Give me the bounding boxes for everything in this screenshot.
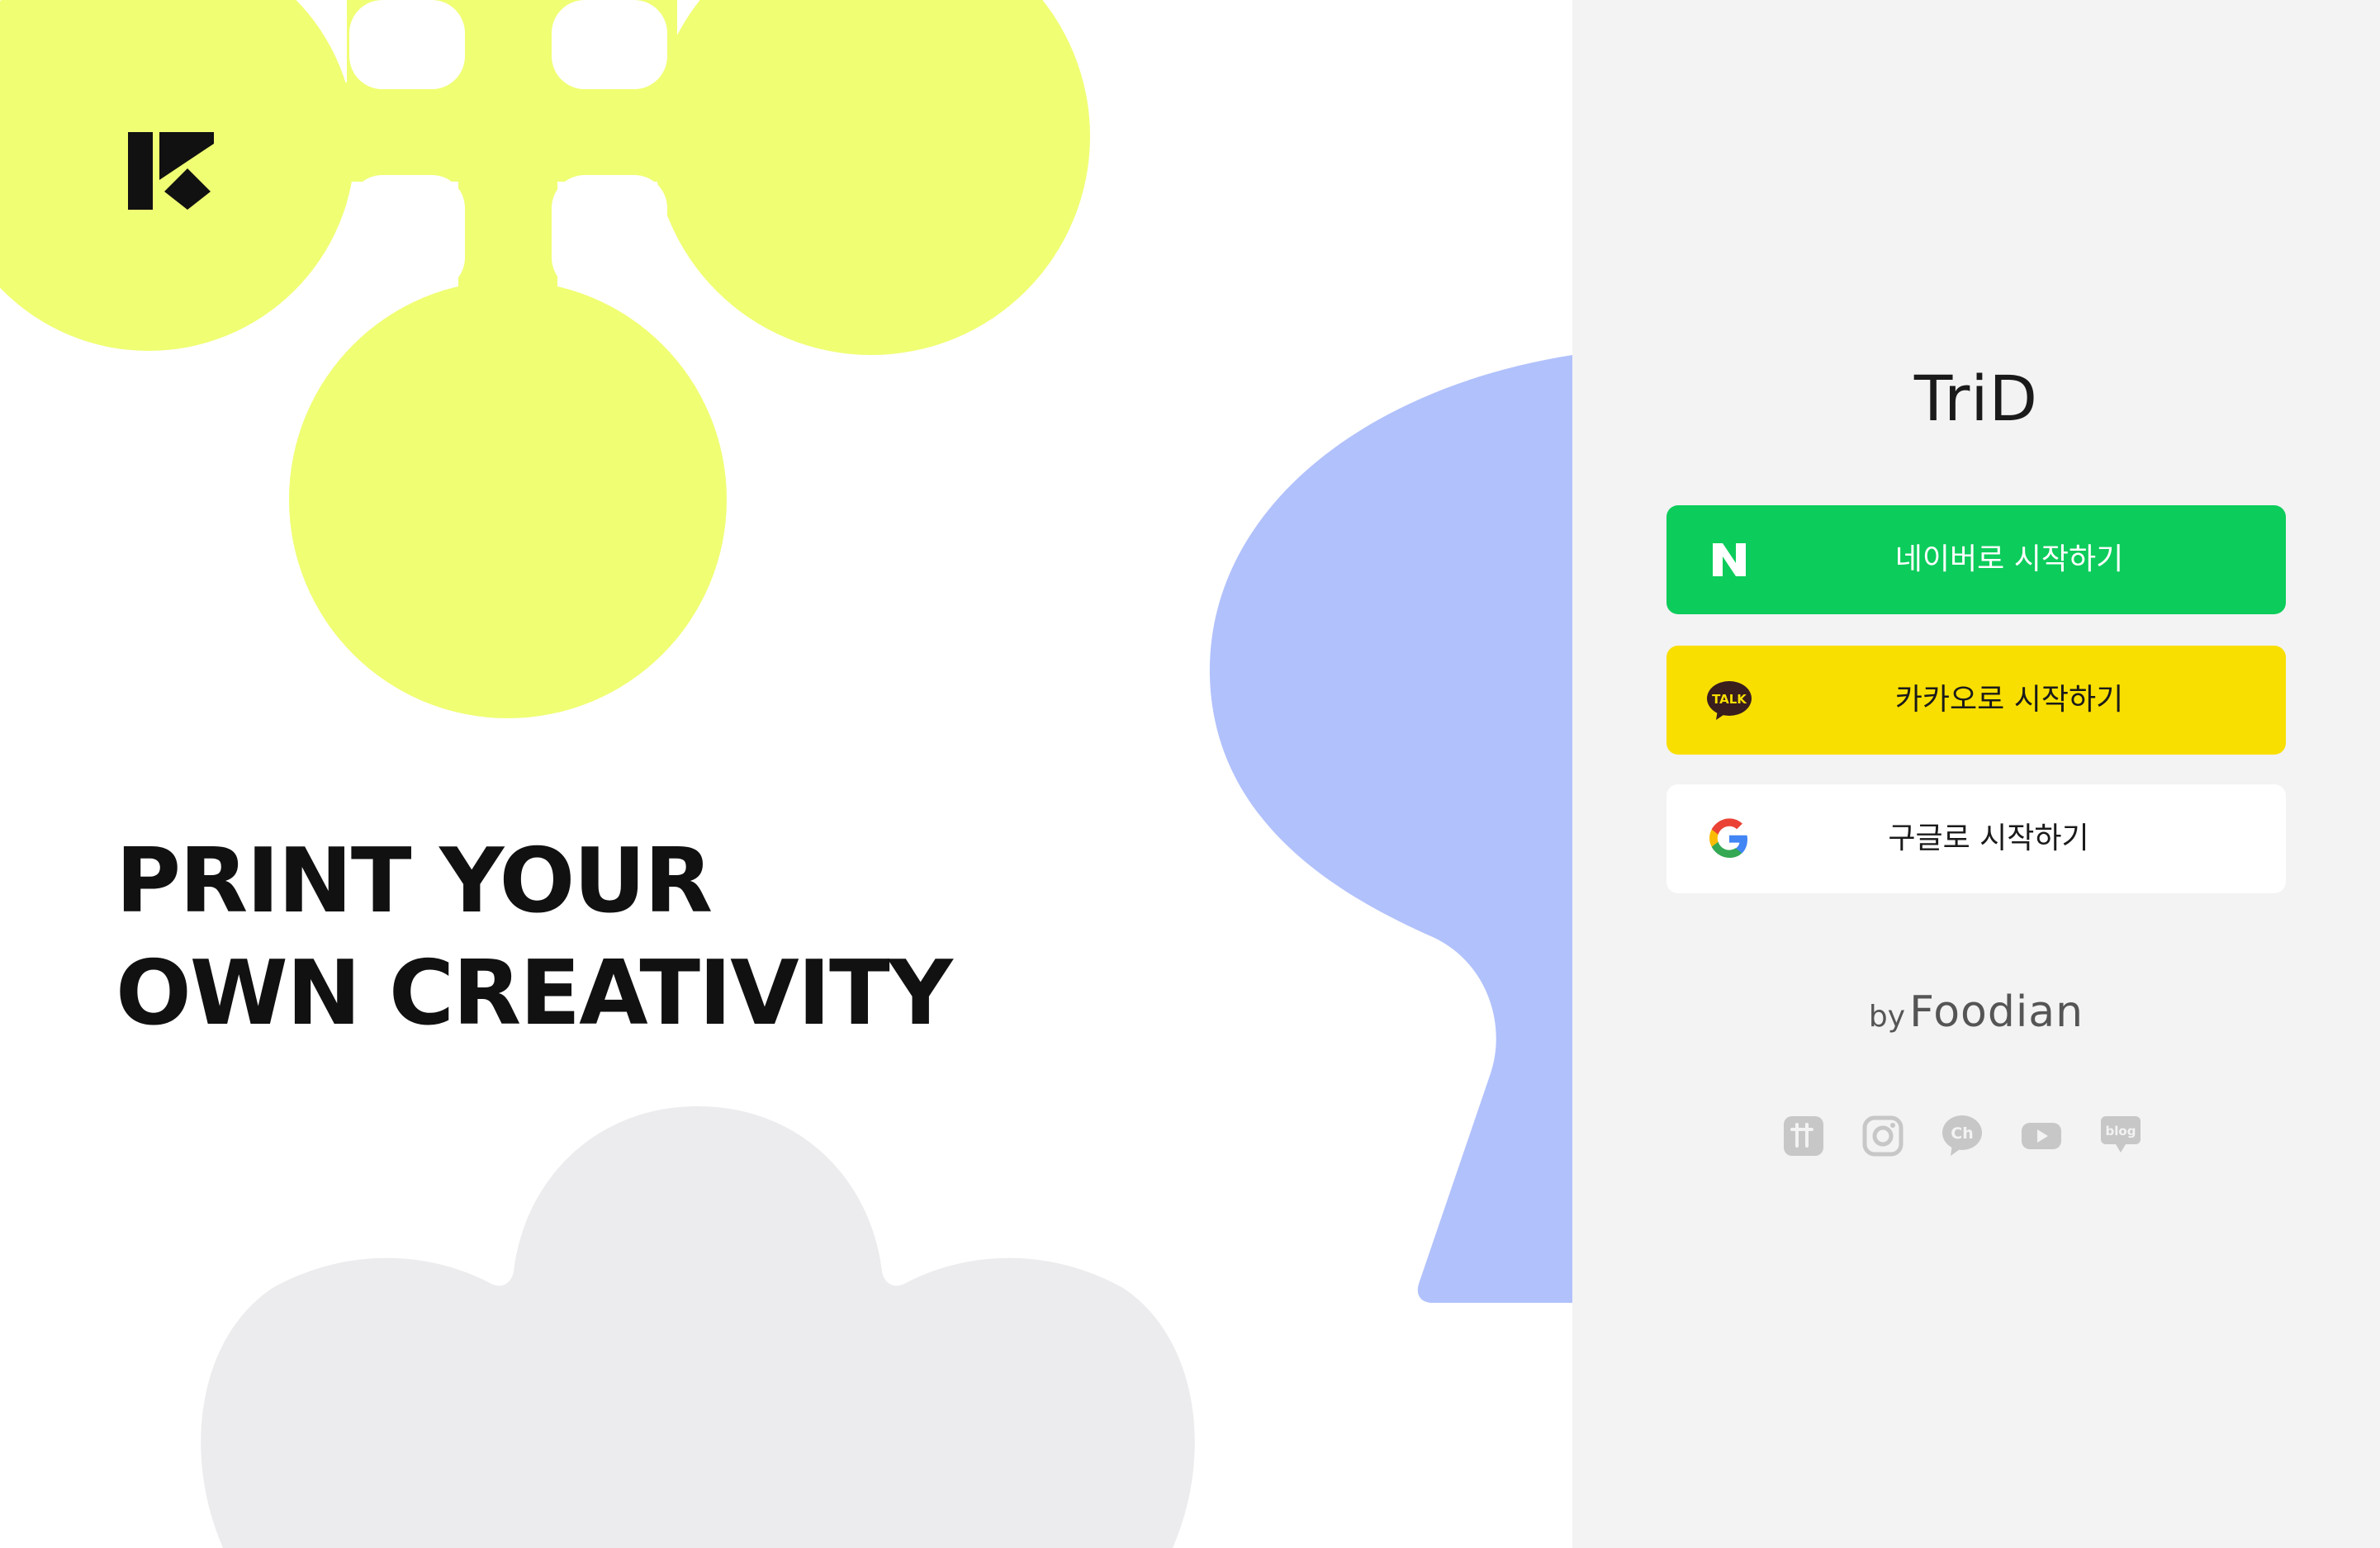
- app-title: TriD: [1913, 362, 2039, 435]
- google-login-button[interactable]: 구글로 시작하기: [1666, 784, 2286, 893]
- login-panel: TriD 네이버로 시작하기 TALK 카카오로 시작하기 구글로 시작하기 b…: [1572, 0, 2380, 1548]
- tistory-icon[interactable]: [1782, 1113, 1825, 1157]
- kakao-channel-icon[interactable]: Ch: [1941, 1113, 1984, 1157]
- by-prefix: by: [1868, 1000, 1906, 1034]
- headline-line-1: PRINT YOUR: [116, 830, 713, 933]
- headline-line-2: OWN CREATIVITY: [116, 942, 953, 1045]
- kakao-login-button[interactable]: TALK 카카오로 시작하기: [1666, 646, 2286, 755]
- naver-login-button[interactable]: 네이버로 시작하기: [1666, 505, 2286, 614]
- brand-logo-icon: [128, 132, 214, 210]
- hero-headline: PRINT YOUR OWN CREATIVITY: [116, 826, 953, 1050]
- blog-icon[interactable]: blog: [2099, 1113, 2142, 1157]
- lime-shape: [0, 0, 1090, 718]
- lavender-shape: [1209, 355, 1572, 1303]
- naver-login-label: 네이버로 시작하기: [1894, 542, 2124, 576]
- cloud-shape: [201, 1106, 1195, 1548]
- company-credit: by Foodian: [1572, 987, 2380, 1037]
- youtube-icon[interactable]: [2020, 1113, 2063, 1157]
- instagram-icon[interactable]: [1861, 1113, 1904, 1157]
- blog-icon-text: blog: [2106, 1124, 2136, 1139]
- hero-area: PRINT YOUR OWN CREATIVITY: [0, 0, 1572, 1548]
- kakao-login-label: 카카오로 시작하기: [1894, 683, 2124, 717]
- company-name: Foodian: [1909, 987, 2084, 1037]
- google-login-label: 구글로 시작하기: [1888, 821, 2089, 855]
- kakao-channel-text: Ch: [1951, 1124, 1973, 1143]
- decorative-shapes: [0, 0, 1572, 1548]
